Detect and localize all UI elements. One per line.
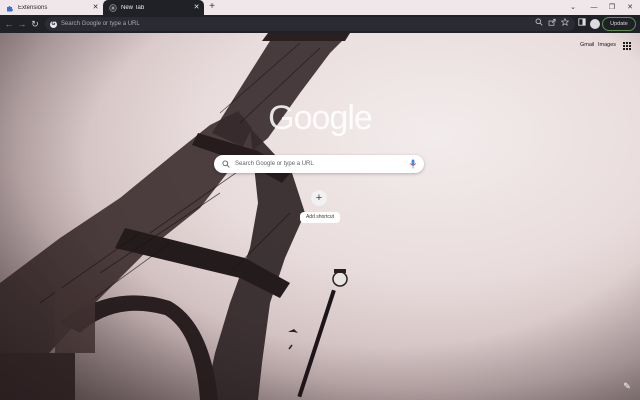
- bookmark-star-icon[interactable]: [559, 17, 571, 30]
- customize-chrome-pencil-icon[interactable]: ✎: [620, 379, 634, 393]
- gmail-link[interactable]: Gmail: [580, 42, 594, 48]
- zoom-icon[interactable]: [533, 18, 545, 30]
- puzzle-icon: [6, 4, 14, 12]
- close-tab-icon[interactable]: ✕: [91, 3, 100, 12]
- add-shortcut-button[interactable]: +: [311, 190, 327, 206]
- address-bar[interactable]: G Search Google or type a URL: [45, 17, 575, 31]
- tab-search-chevron-icon[interactable]: ⌄: [563, 0, 583, 15]
- tab-title: New Tab: [121, 4, 145, 11]
- ntp-search-placeholder: Search Google or type a URL: [235, 161, 314, 167]
- add-shortcut-label[interactable]: Add shortcut: [300, 212, 340, 223]
- new-tab-button[interactable]: +: [206, 1, 218, 13]
- address-bar-placeholder: Search Google or type a URL: [61, 21, 140, 27]
- profile-avatar[interactable]: [590, 19, 600, 29]
- update-button[interactable]: Update: [602, 17, 636, 31]
- reload-button[interactable]: ↻: [29, 18, 41, 30]
- side-panel-icon[interactable]: [576, 18, 588, 30]
- tab-strip: Extensions ✕ New Tab ✕ + ⌄ — ❐ ✕: [0, 0, 640, 15]
- tab-new-tab[interactable]: New Tab ✕: [103, 0, 204, 15]
- minimize-button[interactable]: —: [584, 0, 604, 15]
- new-tab-page: Gmail Images Google Search Google or typ…: [0, 33, 640, 400]
- google-apps-icon[interactable]: [623, 42, 631, 50]
- google-g-icon: G: [50, 20, 57, 28]
- restore-button[interactable]: ❐: [602, 0, 622, 15]
- chrome-icon: [109, 3, 117, 12]
- images-link[interactable]: Images: [598, 42, 616, 48]
- share-icon[interactable]: [546, 18, 558, 30]
- back-button[interactable]: ←: [3, 18, 15, 30]
- tab-title: Extensions: [18, 4, 48, 11]
- close-window-button[interactable]: ✕: [620, 0, 640, 15]
- microphone-icon[interactable]: [409, 159, 417, 169]
- search-icon: [222, 160, 230, 168]
- browser-toolbar: ← → ↻ G Search Google or type a URL Upda…: [0, 15, 640, 33]
- google-logo: Google: [268, 99, 373, 137]
- tab-extensions[interactable]: Extensions ✕: [0, 0, 103, 15]
- forward-button[interactable]: →: [16, 18, 28, 30]
- ntp-search-box[interactable]: Search Google or type a URL: [214, 155, 424, 173]
- close-tab-icon[interactable]: ✕: [192, 3, 201, 12]
